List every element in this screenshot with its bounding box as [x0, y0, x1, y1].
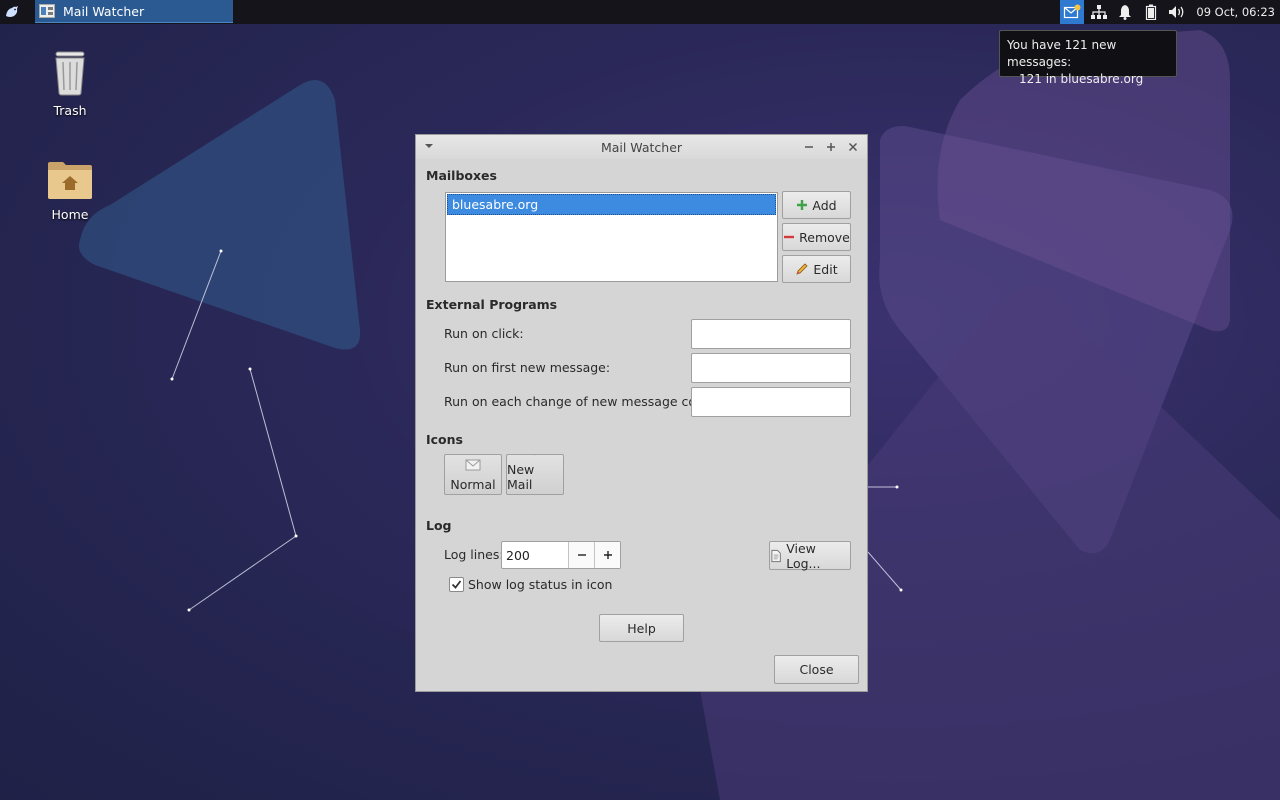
tooltip-line-1: You have 121 new messages: — [1007, 38, 1117, 69]
minus-icon — [784, 235, 795, 239]
tooltip-line-2: 121 in bluesabre.org — [1019, 72, 1144, 86]
log-heading: Log — [426, 518, 452, 533]
clock[interactable]: 09 Oct, 06:23 — [1190, 5, 1280, 19]
taskbar-item-label: Mail Watcher — [63, 3, 145, 19]
close-icon[interactable] — [845, 139, 861, 155]
view-log-label: View Log... — [786, 540, 821, 571]
mailboxes-heading: Mailboxes — [426, 168, 497, 183]
desktop-item-label: Trash — [53, 103, 87, 118]
home-folder-icon — [48, 162, 92, 199]
plus-icon — [797, 200, 808, 210]
volume-icon[interactable] — [1164, 0, 1190, 24]
maximize-icon[interactable] — [823, 139, 839, 155]
list-item[interactable]: bluesabre.org — [447, 194, 776, 215]
new-mail-icon-button[interactable]: New Mail — [506, 454, 564, 495]
pencil-icon — [796, 263, 808, 275]
normal-icon-label: Normal — [450, 477, 496, 492]
mail-icon — [465, 459, 481, 471]
show-log-status-label[interactable]: Show log status in icon — [468, 577, 612, 592]
window-menu-icon[interactable] — [424, 142, 434, 150]
edit-button[interactable]: Edit — [782, 255, 851, 283]
add-button[interactable]: Add — [782, 191, 851, 219]
checkmark-icon — [451, 580, 462, 589]
battery-icon[interactable] — [1138, 0, 1164, 24]
decrement-icon[interactable] — [568, 542, 594, 568]
run-on-first-label: Run on first new message: — [444, 360, 611, 375]
add-button-label: Add — [812, 197, 837, 213]
network-icon[interactable] — [1086, 0, 1112, 24]
app-window-icon — [39, 4, 55, 18]
view-log-button[interactable]: View Log... — [769, 540, 851, 571]
mail-tooltip: You have 121 new messages: 121 in bluesa… — [999, 30, 1177, 86]
desktop-item-trash[interactable]: Trash — [30, 50, 110, 118]
show-log-status-checkbox[interactable] — [449, 577, 464, 592]
run-on-click-label: Run on click: — [444, 326, 524, 341]
run-on-change-input[interactable] — [691, 387, 851, 417]
dialog-titlebar[interactable]: Mail Watcher — [416, 135, 867, 159]
whisker-menu-icon[interactable] — [0, 0, 24, 24]
mailbox-list[interactable]: bluesabre.org — [445, 192, 778, 282]
dialog-title: Mail Watcher — [600, 139, 683, 155]
top-panel: Mail Watcher 09 Oct, 06:23 — [0, 0, 1280, 24]
remove-button-label: Remove — [799, 229, 850, 245]
new-mail-icon-label: New Mail — [507, 462, 535, 492]
bell-icon[interactable] — [1112, 0, 1138, 24]
increment-icon[interactable] — [594, 542, 620, 568]
normal-icon-button[interactable]: Normal — [444, 454, 502, 495]
taskbar-item-mail-watcher[interactable]: Mail Watcher — [35, 0, 233, 23]
desktop-item-label: Home — [51, 207, 89, 222]
run-on-first-input[interactable] — [691, 353, 851, 383]
remove-button[interactable]: Remove — [782, 223, 851, 251]
desktop-item-home[interactable]: Home — [30, 160, 110, 222]
run-on-change-label: Run on each change of new message count: — [444, 394, 722, 409]
log-lines-value[interactable]: 200 — [502, 542, 568, 568]
minimize-icon[interactable] — [801, 139, 817, 155]
document-icon — [771, 549, 781, 562]
log-lines-label: Log lines: — [444, 547, 504, 562]
log-lines-spinbutton[interactable]: 200 — [501, 541, 621, 569]
close-button[interactable]: Close — [774, 655, 859, 684]
mail-watcher-dialog: Mail Watcher Mailboxes bluesabre.org Add… — [415, 134, 868, 692]
mail-icon — [1064, 4, 1081, 19]
system-tray: 09 Oct, 06:23 — [1060, 0, 1280, 24]
icons-heading: Icons — [426, 432, 463, 447]
run-on-click-input[interactable] — [691, 319, 851, 349]
mail-watcher-tray-icon[interactable] — [1060, 0, 1085, 24]
close-button-label: Close — [799, 662, 834, 677]
mailbox-name: bluesabre.org — [452, 197, 539, 212]
trash-icon — [55, 51, 85, 96]
external-programs-heading: External Programs — [426, 297, 558, 312]
help-button[interactable]: Help — [599, 614, 684, 642]
help-button-label: Help — [627, 620, 656, 636]
edit-button-label: Edit — [813, 261, 838, 277]
new-mail-icon — [534, 455, 536, 456]
